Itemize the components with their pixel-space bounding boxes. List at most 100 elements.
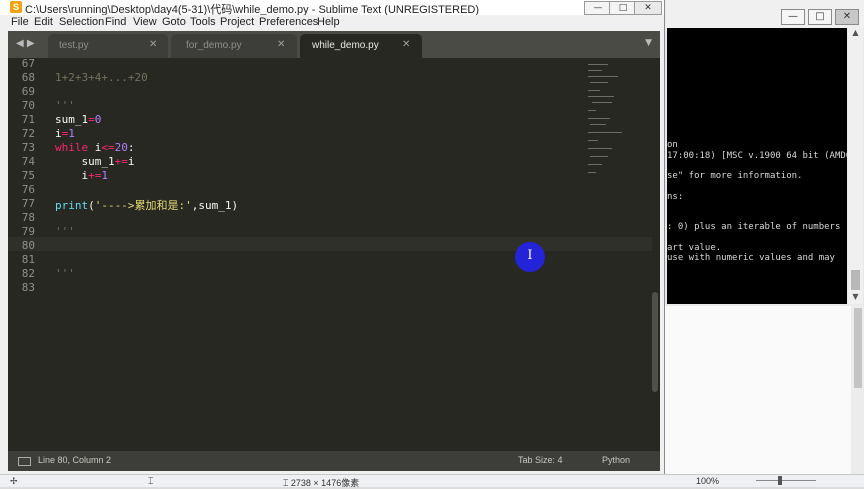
tab-dropdown-icon[interactable]: ▼ <box>645 38 652 48</box>
line-number: 75 <box>21 169 35 182</box>
menu-file[interactable]: File <box>11 16 29 28</box>
console-line: se" for more information. <box>667 171 803 181</box>
line-number: 83 <box>21 281 35 294</box>
menu-preferences[interactable]: Preferences <box>259 16 318 28</box>
zoom-slider[interactable] <box>756 480 816 481</box>
tab-label: for_demo.py <box>186 40 242 51</box>
menu-view[interactable]: View <box>133 16 157 28</box>
console-output[interactable]: on 17:00:18) [MSC v.1900 64 bit (AMD6 se… <box>667 28 847 304</box>
current-line-highlight <box>8 237 652 251</box>
menu-find[interactable]: Find <box>105 16 126 28</box>
image-viewer-statusbar: ✢ ⌶ ⌶ 2738 × 1476像素 100% <box>0 474 864 488</box>
selection-icon[interactable]: ⌶ <box>148 476 153 487</box>
close-icon[interactable]: ✕ <box>402 39 410 50</box>
line-number-gutter: 67 68 69 70 71 72 73 74 75 76 77 78 79 8… <box>8 58 44 451</box>
line-number: 69 <box>21 85 35 98</box>
titlebar: S C:\Users\running\Desktop\day4(5-31)\代码… <box>0 0 664 16</box>
panel-toggle-icon[interactable] <box>18 457 31 466</box>
sublime-window: S C:\Users\running\Desktop\day4(5-31)\代码… <box>0 0 665 474</box>
close-icon[interactable]: ✕ <box>149 39 157 50</box>
line-number: 77 <box>21 197 35 210</box>
code-token: sum_1 <box>55 155 115 168</box>
tab-bar: ◀ ▶ test.py ✕ for_demo.py ✕ while_demo.p… <box>8 31 660 58</box>
menu-project[interactable]: Project <box>220 16 254 28</box>
console-line: on <box>667 140 678 150</box>
code-line-73: while i<=20: <box>55 141 135 154</box>
code-token: <= <box>101 141 115 154</box>
menu-help[interactable]: Help <box>317 16 340 28</box>
code-token: 1 <box>101 169 108 182</box>
background-scrollbar[interactable] <box>851 306 864 474</box>
statusbar: Line 80, Column 2 Tab Size: 4 Python <box>8 451 660 471</box>
line-number: 70 <box>21 99 35 112</box>
console-scroll-thumb[interactable] <box>851 270 860 290</box>
code-line-68: 1+2+3+4+...+20 <box>55 71 148 84</box>
scroll-up-icon[interactable]: ▲ <box>848 28 863 37</box>
close-icon[interactable]: ✕ <box>277 39 285 50</box>
line-number: 81 <box>21 253 35 266</box>
minimize-button[interactable]: — <box>584 1 612 15</box>
background-scroll-thumb[interactable] <box>854 308 862 388</box>
console-maximize-button[interactable]: □ <box>808 9 832 25</box>
tab-nav-arrows-icon[interactable]: ◀ ▶ <box>16 38 35 49</box>
console-line: ns: <box>667 192 684 202</box>
console-window: — □ ✕ on 17:00:18) [MSC v.1900 64 bit (A… <box>662 0 864 306</box>
line-number: 67 <box>21 58 35 70</box>
tab-size-selector[interactable]: Tab Size: 4 <box>518 455 563 465</box>
cursor-position: Line 80, Column 2 <box>38 455 112 465</box>
tab-label: while_demo.py <box>312 40 379 51</box>
console-line: art value. <box>667 243 722 253</box>
background-window <box>662 306 864 474</box>
code-token: print <box>55 199 89 212</box>
mouse-cursor-highlight: I <box>515 242 545 272</box>
code-line-79: ''' <box>55 225 75 238</box>
code-token: i <box>88 141 102 154</box>
code-line-82: ''' <box>55 267 75 280</box>
code-token: = <box>88 113 95 126</box>
console-line: 17:00:18) [MSC v.1900 64 bit (AMD6 <box>667 151 847 161</box>
maximize-button[interactable]: □ <box>609 1 637 15</box>
line-number: 79 <box>21 225 35 238</box>
console-line: : 0) plus an iterable of numbers <box>667 222 841 232</box>
line-number: 73 <box>21 141 35 154</box>
code-token: i <box>55 169 89 182</box>
console-scrollbar[interactable]: ▲ ▼ <box>848 28 863 304</box>
line-number: 72 <box>21 127 35 140</box>
code-token: += <box>114 155 128 168</box>
code-token: ,sum_1) <box>191 199 239 212</box>
code-token: += <box>88 169 102 182</box>
tab-test-py[interactable]: test.py ✕ <box>48 34 168 58</box>
close-button[interactable]: ✕ <box>634 1 662 15</box>
move-icon[interactable]: ✢ <box>10 476 18 487</box>
code-token: i <box>55 127 62 140</box>
zoom-level: 100% <box>696 476 720 486</box>
code-line-71: sum_1=0 <box>55 113 101 126</box>
syntax-selector[interactable]: Python <box>602 455 630 465</box>
tab-for-demo-py[interactable]: for_demo.py ✕ <box>171 34 297 58</box>
code-token: while <box>55 141 89 154</box>
code-token: 0 <box>94 113 102 126</box>
console-titlebar: — □ ✕ <box>663 0 864 28</box>
editor-scroll-thumb[interactable] <box>652 292 658 392</box>
zoom-slider-thumb[interactable] <box>778 476 782 485</box>
menu-edit[interactable]: Edit <box>34 16 53 28</box>
minimap[interactable] <box>586 60 646 190</box>
line-number: 68 <box>21 71 35 84</box>
code-token: 1 <box>68 127 75 140</box>
console-close-button[interactable]: ✕ <box>835 9 859 25</box>
menu-selection[interactable]: Selection <box>59 16 104 28</box>
code-editor[interactable]: 67 68 69 70 71 72 73 74 75 76 77 78 79 8… <box>8 58 660 451</box>
code-line-74: sum_1+=i <box>55 155 134 168</box>
code-token: '---->累加和是:' <box>94 199 192 212</box>
menu-tools[interactable]: Tools <box>190 16 216 28</box>
console-minimize-button[interactable]: — <box>781 9 805 25</box>
image-dimensions: ⌶ 2738 × 1476像素 <box>283 478 360 488</box>
scroll-down-icon[interactable]: ▼ <box>848 292 863 301</box>
tab-while-demo-py[interactable]: while_demo.py ✕ <box>300 34 422 58</box>
code-line-72: i=1 <box>55 127 75 140</box>
console-line: use with numeric values and may <box>667 253 835 263</box>
code-token: 20 <box>114 141 128 154</box>
line-number: 71 <box>21 113 35 126</box>
menu-goto[interactable]: Goto <box>162 16 186 28</box>
editor-scrollbar[interactable] <box>651 58 660 451</box>
